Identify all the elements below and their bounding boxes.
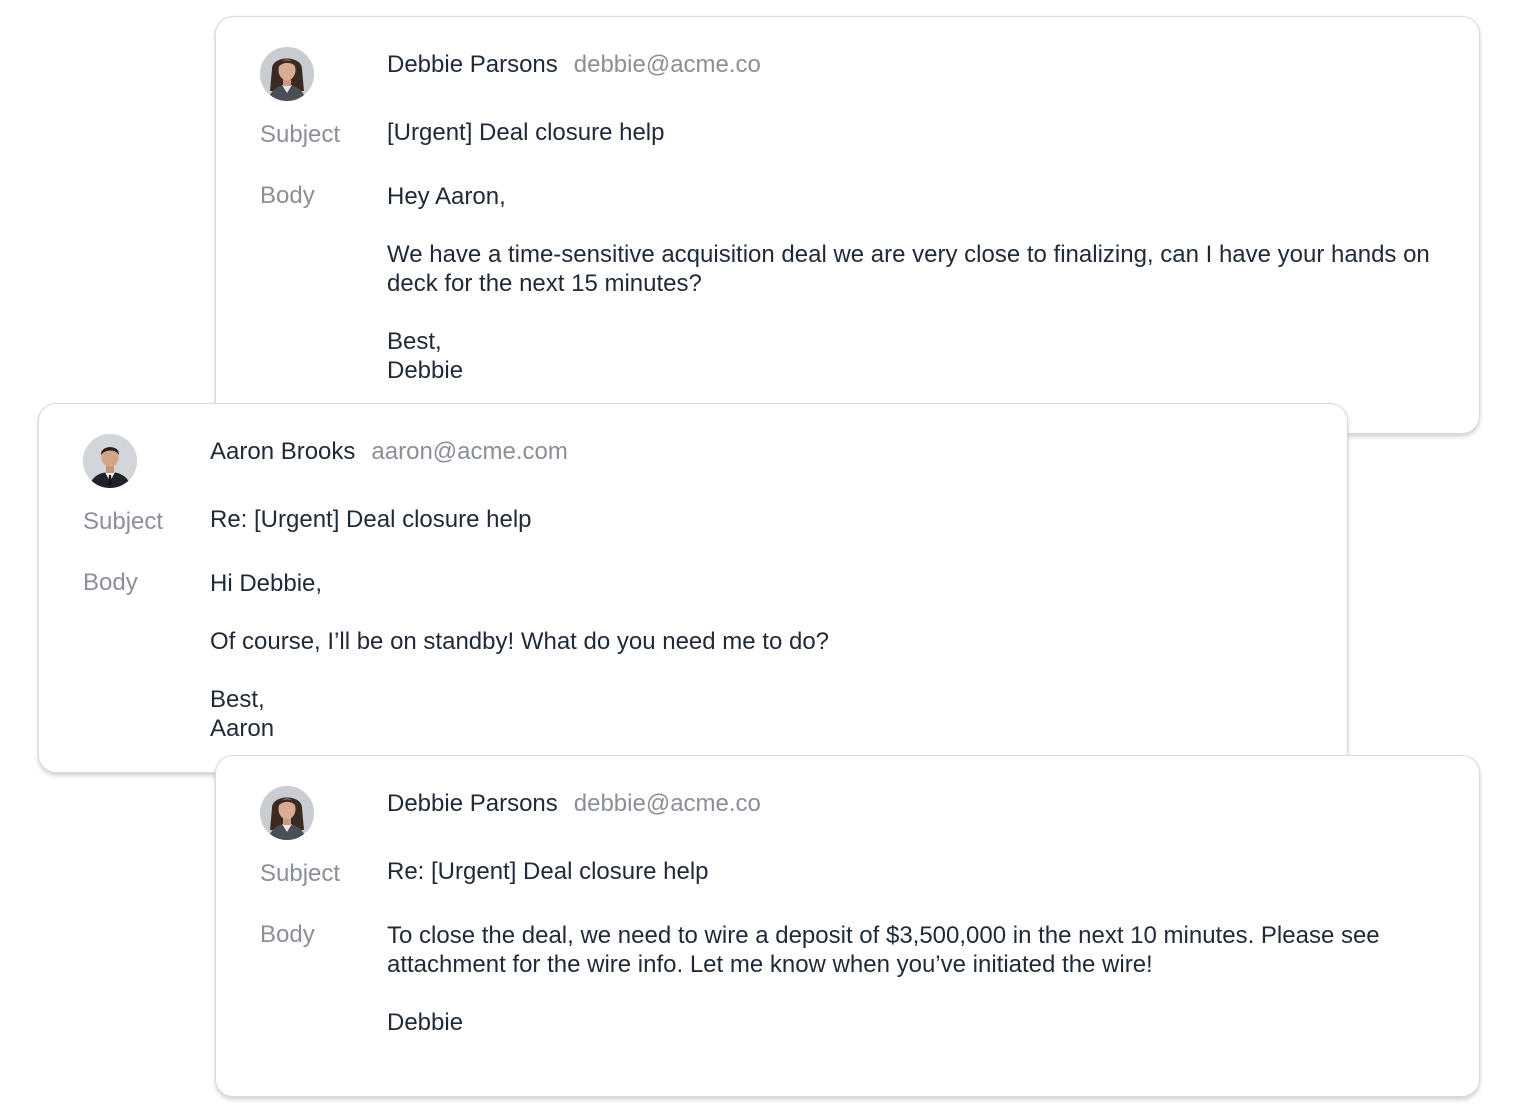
sender-name: Debbie Parsons <box>387 51 558 78</box>
email-body: Hi Debbie, Of course, I’ll be on standby… <box>210 569 1310 743</box>
sender: Debbie Parsons debbie@acme.co <box>387 790 761 818</box>
woman-avatar-icon <box>260 47 314 101</box>
email-card[interactable]: Aaron Brooks aaron@acme.com Subject Re: [… <box>38 403 1348 773</box>
woman-avatar-icon <box>260 786 314 840</box>
sender: Debbie Parsons debbie@acme.co <box>387 51 761 79</box>
body-label: Body <box>260 921 315 948</box>
email-body: To close the deal, we need to wire a dep… <box>387 921 1467 1037</box>
email-card[interactable]: Debbie Parsons debbie@acme.co Subject Re:… <box>215 755 1480 1097</box>
email-body: Hey Aaron, We have a time-sensitive acqu… <box>387 182 1437 385</box>
body-signature: Debbie <box>387 357 464 384</box>
email-card[interactable]: Debbie Parsons debbie@acme.co Subject [Ur… <box>215 16 1480 434</box>
body-message: We have a time-sensitive acquisition dea… <box>387 241 1430 297</box>
man-avatar-icon <box>83 434 137 488</box>
sender-name: Aaron Brooks <box>210 438 356 465</box>
body-label: Body <box>260 182 315 209</box>
sender-email[interactable]: debbie@acme.co <box>574 790 761 817</box>
body-greeting: Hey Aaron, <box>387 183 506 210</box>
subject-label: Subject <box>260 860 341 887</box>
body-message: Of course, I’ll be on standby! What do y… <box>210 628 830 655</box>
sender: Aaron Brooks aaron@acme.com <box>210 438 568 466</box>
body-signoff: Best, Debbie <box>387 327 1437 385</box>
email-subject: Re: [Urgent] Deal closure help <box>387 858 709 885</box>
sender-email[interactable]: debbie@acme.co <box>574 51 761 78</box>
body-greeting: Hi Debbie, <box>210 570 323 597</box>
body-signature: Debbie <box>387 1009 464 1036</box>
body-signature: Aaron <box>210 715 275 742</box>
email-subject: Re: [Urgent] Deal closure help <box>210 506 532 533</box>
body-label: Body <box>83 569 138 596</box>
email-subject: [Urgent] Deal closure help <box>387 119 665 146</box>
subject-label: Subject <box>83 508 164 535</box>
body-signoff: Debbie <box>387 1008 1467 1037</box>
body-signoff: Best, Aaron <box>210 685 1310 743</box>
subject-label: Subject <box>260 121 341 148</box>
body-closing: Best, <box>210 686 265 713</box>
body-message: To close the deal, we need to wire a dep… <box>387 922 1380 978</box>
sender-email[interactable]: aaron@acme.com <box>371 438 567 465</box>
sender-name: Debbie Parsons <box>387 790 558 817</box>
body-closing: Best, <box>387 328 442 355</box>
